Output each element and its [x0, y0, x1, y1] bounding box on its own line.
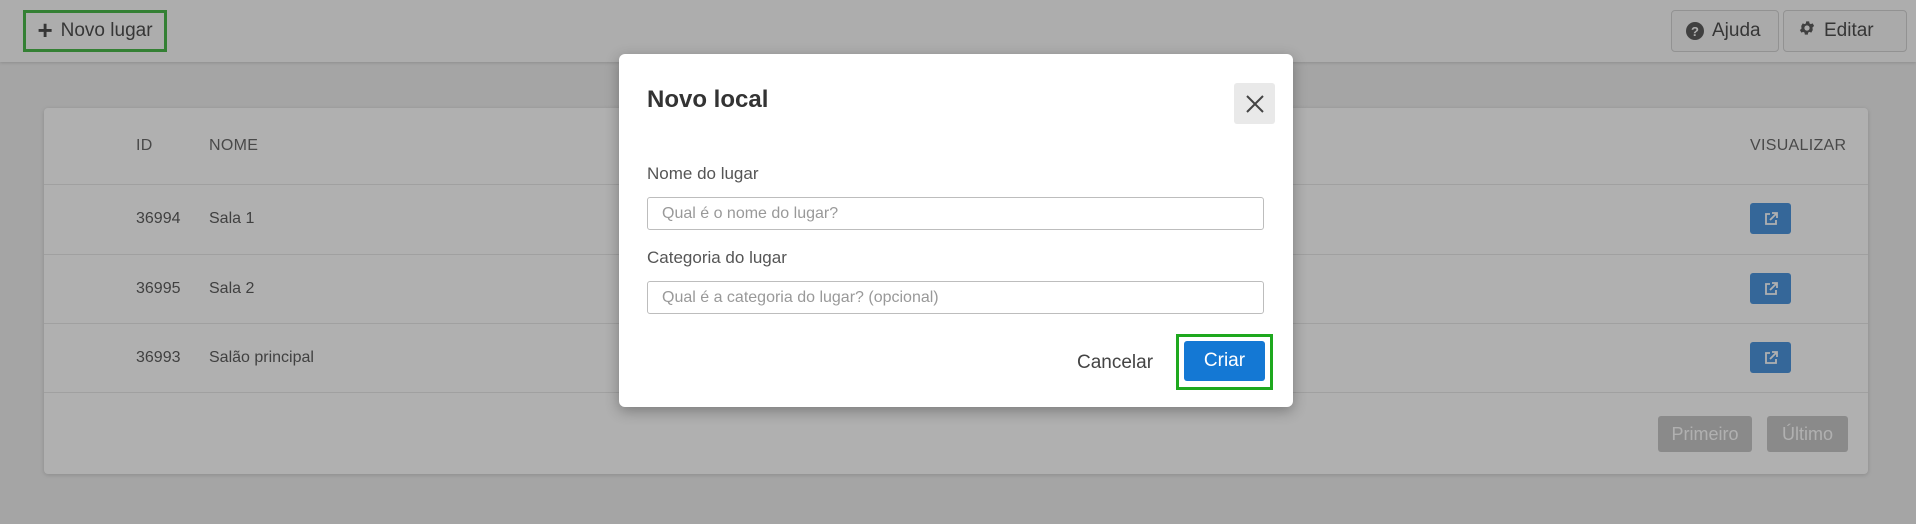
close-icon [1245, 94, 1264, 113]
close-button[interactable] [1234, 83, 1275, 124]
cancel-button[interactable]: Cancelar [1077, 347, 1153, 379]
create-button[interactable]: Criar [1184, 341, 1265, 381]
place-name-label: Nome do lugar [647, 164, 759, 183]
place-category-input[interactable] [647, 281, 1264, 314]
dialog-title: Novo local [647, 86, 769, 113]
new-place-dialog: Novo local Nome do lugar Categoria do lu… [619, 54, 1293, 407]
place-category-label: Categoria do lugar [647, 248, 787, 267]
place-name-input[interactable] [647, 197, 1264, 230]
